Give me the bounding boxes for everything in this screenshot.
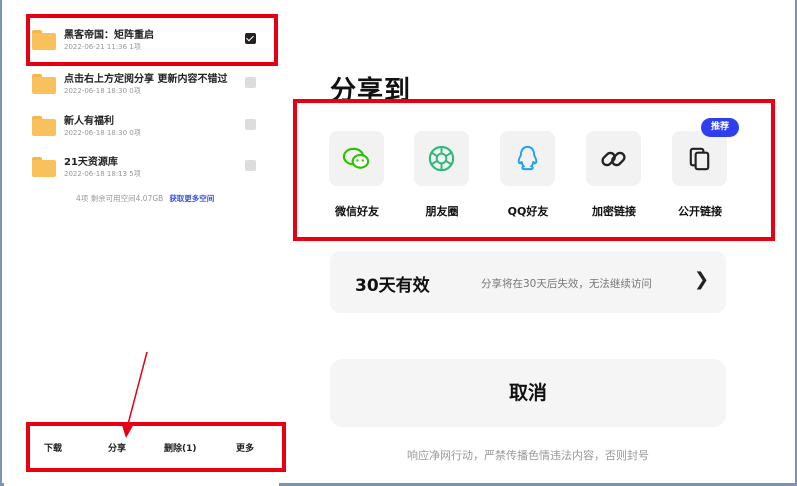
- validity-title: 30天有效: [355, 276, 430, 296]
- file-item-3[interactable]: 21天资源库 2022-06-18 18:13 5项: [32, 149, 267, 189]
- footer-notice: 响应净网行动，严禁传播色情违法内容，否则封号: [407, 449, 649, 462]
- get-more-space-link[interactable]: 获取更多空间: [169, 194, 214, 203]
- annotation-highlight-file: [26, 14, 278, 66]
- validity-selector[interactable]: 30天有效 分享将在30天后失效，无法继续访问 ❯: [330, 251, 726, 313]
- file-item-2[interactable]: 新人有福利 2022-06-18 18:30 0项: [32, 108, 267, 148]
- file-name: 新人有福利: [64, 116, 114, 127]
- storage-text: 4项 剩余可用空间4.07GB: [76, 194, 164, 203]
- file-checkbox[interactable]: [245, 160, 256, 171]
- cancel-button[interactable]: 取消: [330, 359, 726, 427]
- file-item-1[interactable]: 点击右上方定阅分享 更新内容不错过 2022-06-18 18:30 0项: [32, 66, 267, 106]
- folder-icon: [32, 157, 56, 177]
- window-border-left: [0, 0, 2, 486]
- chevron-right-icon: ❯: [694, 269, 710, 290]
- folder-icon: [32, 116, 56, 136]
- validity-description: 分享将在30天后失效，无法继续访问: [481, 278, 652, 290]
- storage-info: 4项 剩余可用空间4.07GB 获取更多空间: [76, 193, 214, 204]
- folder-icon: [32, 74, 56, 94]
- file-meta: 2022-06-18 18:30 0项: [64, 87, 141, 95]
- annotation-highlight-share-options: [293, 99, 775, 241]
- file-checkbox[interactable]: [245, 77, 256, 88]
- file-meta: 2022-06-18 18:30 0项: [64, 129, 141, 137]
- file-meta: 2022-06-18 18:13 5项: [64, 170, 141, 178]
- file-name: 点击右上方定阅分享 更新内容不错过: [64, 74, 228, 85]
- file-checkbox[interactable]: [245, 119, 256, 130]
- file-name: 21天资源库: [64, 157, 118, 168]
- annotation-highlight-toolbar: [26, 422, 286, 472]
